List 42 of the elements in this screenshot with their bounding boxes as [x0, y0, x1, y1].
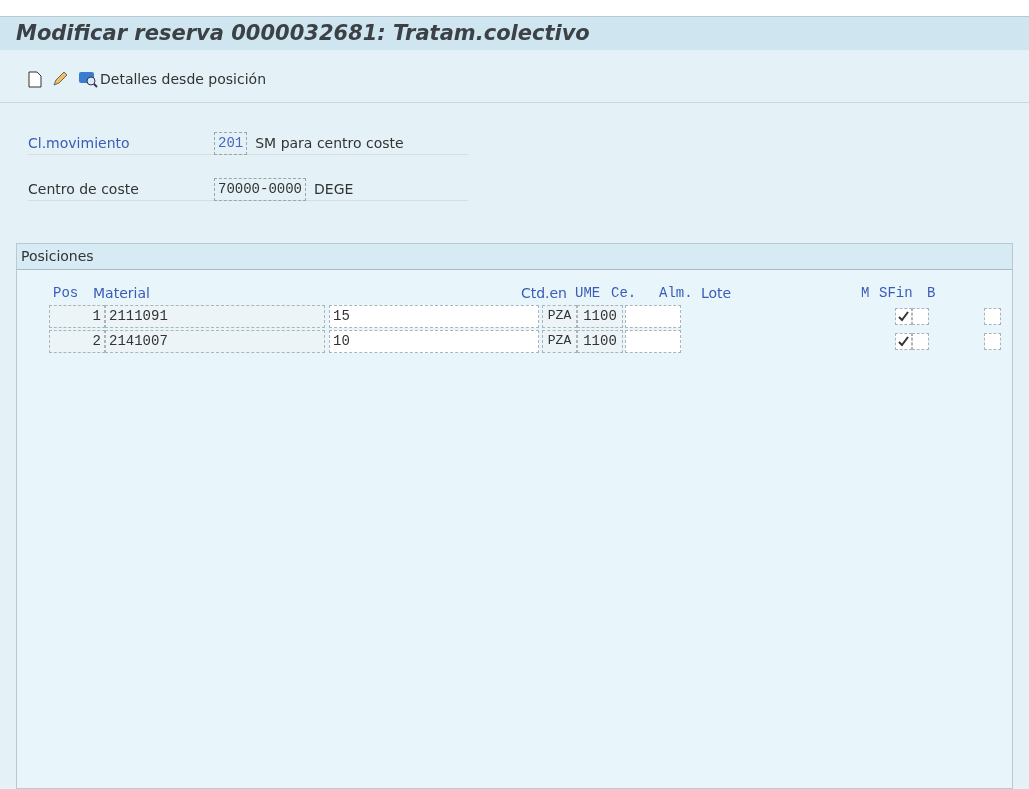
checkbox[interactable] [912, 333, 929, 350]
unit-cell: PZA [542, 305, 577, 328]
column-header: Alm. [659, 284, 694, 303]
plant-cell: 1100 [577, 305, 623, 328]
column-header: SFin [879, 284, 914, 303]
material-field[interactable]: 2111091 [105, 305, 325, 328]
storage-field[interactable] [625, 305, 681, 328]
checkbox[interactable] [912, 308, 929, 325]
quantity-field[interactable]: 10 [329, 330, 539, 353]
check-icon [898, 311, 909, 322]
checkbox[interactable] [984, 308, 1001, 325]
storage-field[interactable] [625, 330, 681, 353]
column-header: Ce. [611, 284, 638, 303]
column-header: B [927, 284, 936, 303]
material-field[interactable]: 2141007 [105, 330, 325, 353]
checkbox[interactable] [895, 308, 912, 325]
field-description: SM para centro coste [255, 134, 404, 153]
field-value[interactable]: 70000-0000 [214, 178, 306, 201]
new-document-icon[interactable] [28, 70, 42, 88]
checkbox[interactable] [984, 333, 1001, 350]
pencil-icon[interactable] [52, 71, 68, 87]
plant-cell: 1100 [577, 330, 623, 353]
panel-title: Posiciones [21, 247, 94, 266]
field-description: DEGE [314, 180, 354, 199]
field-label: Centro de coste [28, 180, 140, 199]
column-header: Material [93, 284, 151, 303]
quantity-field[interactable]: 15 [329, 305, 539, 328]
check-icon [898, 336, 909, 347]
window-title: Modificar reserva 0000032681: Tratam.colectivo [16, 19, 590, 47]
unit-cell: PZA [542, 330, 577, 353]
column-header: Ctd.en [519, 284, 568, 303]
position-cell: 1 [49, 305, 105, 328]
magnifier-icon [78, 70, 98, 88]
field-value[interactable]: 201 [214, 132, 248, 155]
position-cell: 2 [49, 330, 105, 353]
column-header: UME [575, 284, 602, 303]
column-header: Lote [701, 284, 733, 303]
checkbox[interactable] [895, 333, 912, 350]
column-header: Pos [53, 284, 80, 303]
column-header: M [861, 284, 871, 303]
details-button[interactable]: Detalles desde posición [78, 68, 266, 90]
field-label[interactable]: Cl.movimiento [28, 133, 214, 154]
